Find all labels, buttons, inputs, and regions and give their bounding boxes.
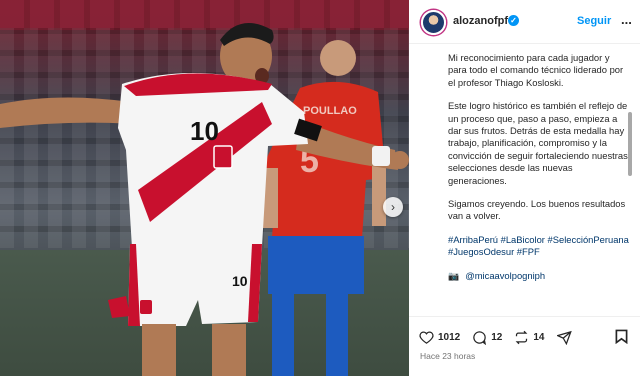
repost-button[interactable]: 14 xyxy=(514,330,545,345)
chevron-right-icon: › xyxy=(391,200,395,214)
post-header: alozanofpf ✓ Seguir ... xyxy=(409,0,640,44)
username[interactable]: alozanofpf xyxy=(453,15,508,27)
camera-icon: 📷 xyxy=(448,270,460,281)
repost-count: 14 xyxy=(533,331,545,343)
post-sidebar: alozanofpf ✓ Seguir ... Mi reconocimient… xyxy=(409,0,640,376)
caption-paragraph: Sigamos creyendo. Los buenos resultados … xyxy=(448,198,626,222)
carousel-next-button[interactable]: › xyxy=(383,197,403,217)
avatar[interactable] xyxy=(421,10,446,35)
comment-icon xyxy=(473,330,487,345)
svg-text:POULLAO: POULLAO xyxy=(303,105,357,117)
chile-player: POULLAO 5 xyxy=(262,40,386,376)
action-bar: 1012 12 14 xyxy=(419,327,588,347)
more-options-button[interactable]: ... xyxy=(621,12,632,27)
like-count: 1012 xyxy=(438,331,461,343)
send-icon xyxy=(556,330,572,345)
heart-icon xyxy=(419,331,434,344)
comment-button[interactable]: 12 xyxy=(472,330,502,345)
bookmark-icon[interactable] xyxy=(615,329,628,344)
share-button[interactable] xyxy=(556,330,576,345)
verified-badge-icon: ✓ xyxy=(508,15,519,26)
repost-icon xyxy=(515,330,528,344)
post-timestamp: Hace 23 horas xyxy=(420,351,476,361)
post-caption: Mi reconocimiento para cada jugador y pa… xyxy=(448,52,630,308)
post-image[interactable]: POULLAO 5 10 10 › xyxy=(0,0,409,376)
mention-row[interactable]: 📷 @micaavolpogniph xyxy=(448,270,630,282)
mention-link[interactable]: @micaavolpogniph xyxy=(465,270,545,282)
caption-paragraph: Mi reconocimiento para cada jugador y pa… xyxy=(448,52,624,88)
svg-text:10: 10 xyxy=(232,273,248,289)
players-illustration: POULLAO 5 10 10 xyxy=(0,22,409,376)
caption-paragraph: Este logro histórico es también el refle… xyxy=(448,100,628,186)
follow-button[interactable]: Seguir xyxy=(577,15,611,27)
hashtags[interactable]: #ArribaPerú #LaBicolor #SelecciónPeruana… xyxy=(448,234,630,259)
caption-scrollbar[interactable] xyxy=(628,112,632,176)
like-button[interactable]: 1012 xyxy=(419,330,460,345)
divider xyxy=(409,316,640,317)
comment-count: 12 xyxy=(491,331,503,343)
svg-text:10: 10 xyxy=(190,116,219,146)
